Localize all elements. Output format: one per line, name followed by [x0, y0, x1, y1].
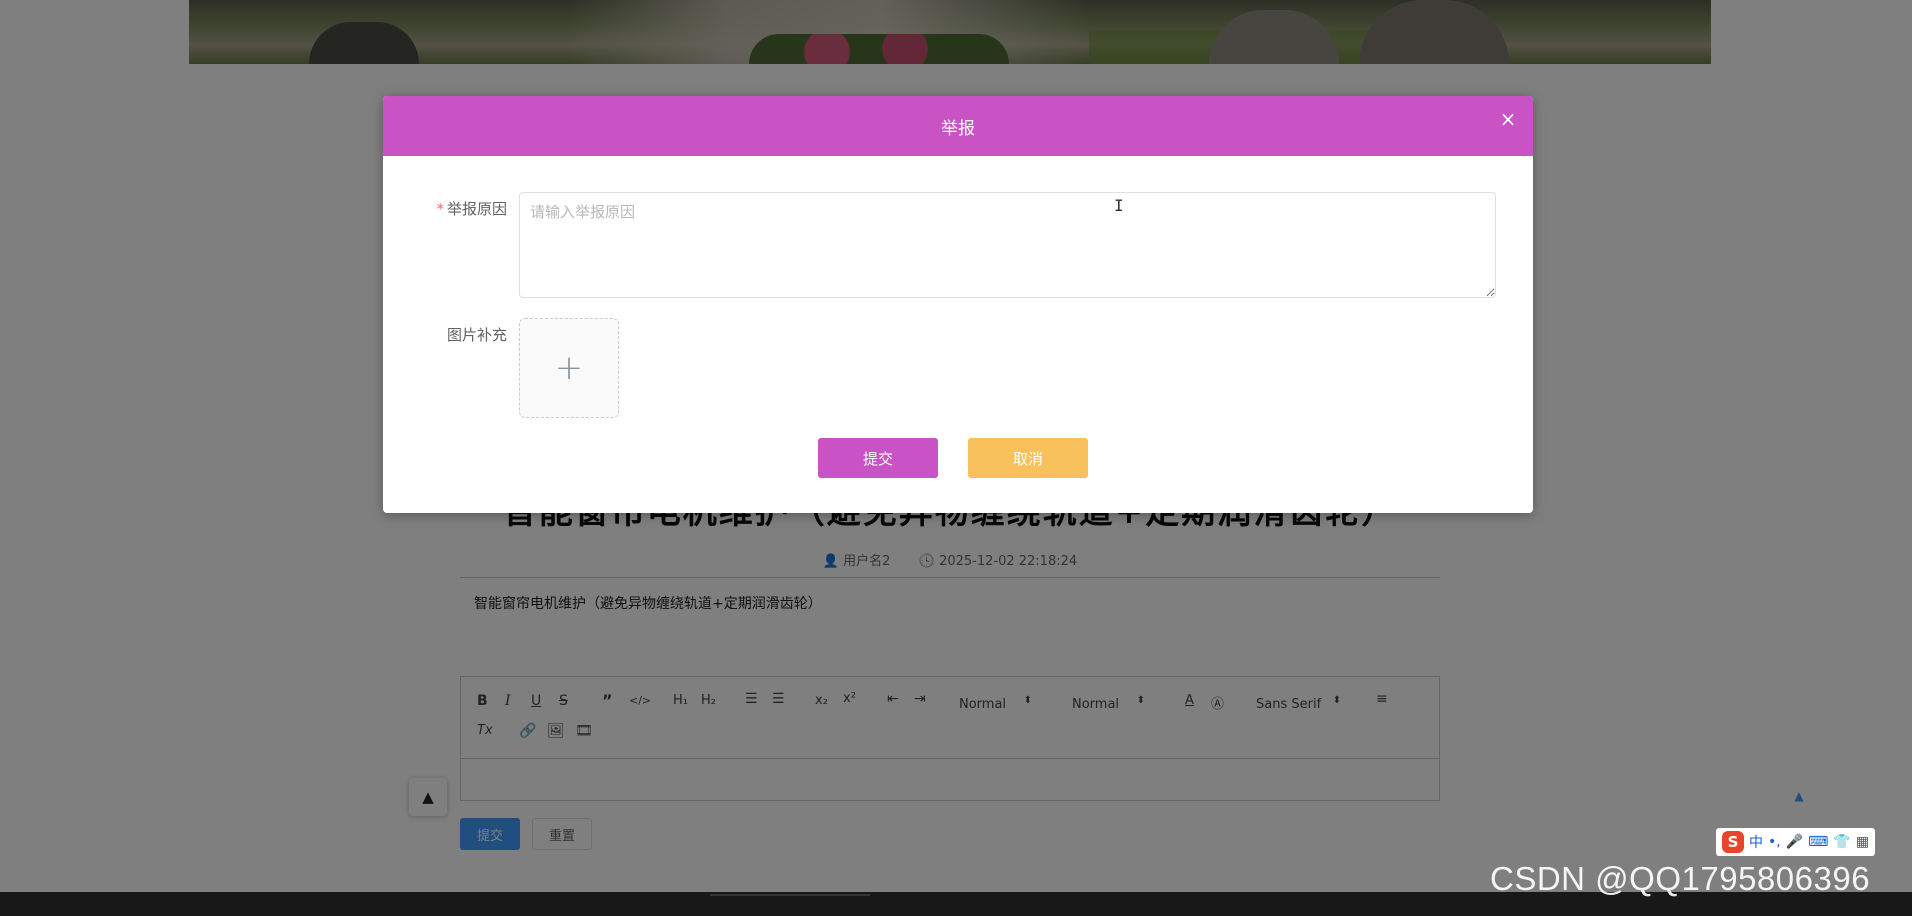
microphone-icon[interactable]: 🎤 — [1786, 834, 1803, 850]
cancel-button[interactable]: 取消 — [968, 438, 1088, 478]
keyboard-icon[interactable]: ⌨ — [1808, 834, 1828, 850]
report-dialog: 举报 × *举报原因 I 图片补充 + 提交 取消 — [383, 96, 1533, 513]
dialog-title: 举报 — [941, 118, 975, 139]
ime-toolbar: S 中 •, 🎤 ⌨ 👕 ▦ — [1716, 828, 1876, 856]
toolbox-icon[interactable]: ▦ — [1856, 834, 1869, 850]
reason-input[interactable] — [519, 192, 1496, 298]
dialog-header: 举报 × — [383, 96, 1533, 156]
reason-label: * 举报原因 — [436, 200, 507, 218]
sogou-logo-icon[interactable]: S — [1722, 831, 1744, 853]
skin-icon[interactable]: 👕 — [1833, 834, 1850, 850]
close-icon[interactable]: × — [1497, 108, 1519, 130]
image-label: 图片补充 — [446, 326, 507, 344]
punctuation-icon[interactable]: •, — [1768, 834, 1781, 850]
required-mark: * — [436, 200, 444, 218]
submit-button[interactable]: 提交 — [818, 438, 938, 478]
image-upload-button[interactable]: + — [519, 318, 619, 418]
plus-icon: + — [554, 348, 584, 388]
ime-mode[interactable]: 中 — [1749, 832, 1763, 852]
watermark: CSDN @QQ1795806396 — [1490, 860, 1871, 897]
text-cursor-icon: I — [1114, 196, 1124, 215]
